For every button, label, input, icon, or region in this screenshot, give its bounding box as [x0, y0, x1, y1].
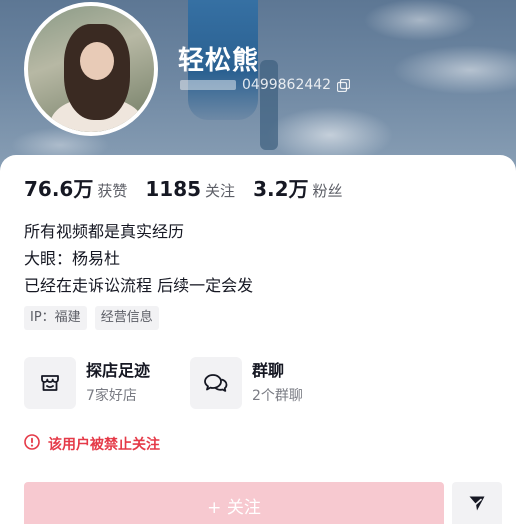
send-message-button[interactable] [452, 482, 502, 524]
bio-line-2: 大眼：杨易杜 [24, 249, 121, 268]
following-count: 1185 [145, 177, 202, 201]
warning-icon [24, 434, 40, 454]
following-label: 关注 [205, 182, 236, 200]
nickname: 轻松熊 [178, 46, 260, 76]
followers-label: 粉丝 [312, 182, 343, 200]
profile-card: 76.6万 获赞 1185 关注 3.2万 粉丝 所有视频都是真实经历 大眼：杨… [0, 155, 516, 524]
stats-row: 76.6万 获赞 1185 关注 3.2万 粉丝 [24, 173, 343, 202]
account-id-prefix-blurred [180, 80, 236, 90]
followers-count: 3.2万 [253, 177, 309, 201]
bio: 所有视频都是真实经历 大眼：杨易杜 已经在走诉讼流程 后续一定会发 [24, 218, 253, 299]
send-icon [467, 493, 487, 517]
stat-followers[interactable]: 3.2万 粉丝 [253, 173, 342, 202]
tags-row: IP：福建 经营信息 [24, 306, 159, 330]
store-visits-entry[interactable]: 探店足迹 7家好店 [24, 357, 150, 409]
likes-count: 76.6万 [24, 177, 94, 201]
store-icon [24, 357, 76, 409]
account-id: 0499862442 [242, 77, 332, 93]
stat-following[interactable]: 1185 关注 [145, 177, 235, 201]
business-info-tag[interactable]: 经营信息 [94, 306, 159, 330]
copy-icon[interactable] [337, 78, 351, 92]
ip-location-tag: IP：福建 [24, 306, 87, 330]
profile-page: 轻松熊 0499862442 76.6万 获赞 1185 关注 3.2万 粉丝 … [0, 0, 516, 524]
group-chat-icon [190, 357, 243, 409]
avatar[interactable] [24, 2, 158, 136]
store-visits-title: 探店足迹 [86, 360, 151, 380]
account-id-row: 0499862442 [180, 76, 351, 94]
store-visits-subtitle: 7家好店 [86, 387, 137, 404]
likes-label: 获赞 [97, 182, 128, 200]
group-chat-subtitle: 2个群聊 [252, 387, 303, 404]
bio-line-3: 已经在走诉讼流程 后续一定会发 [24, 276, 254, 295]
services-row: 探店足迹 7家好店 群聊 2个群聊 [24, 357, 303, 409]
cover-image: 轻松熊 0499862442 [0, 0, 516, 175]
follow-banned-notice: 该用户被禁止关注 [24, 434, 160, 454]
bio-line-1: 所有视频都是真实经历 [24, 222, 185, 241]
group-chat-title: 群聊 [252, 360, 285, 380]
stat-likes[interactable]: 76.6万 获赞 [24, 173, 127, 202]
banned-text: 该用户被禁止关注 [48, 437, 160, 453]
follow-button[interactable]: + 关注 [24, 482, 444, 524]
group-chat-entry[interactable]: 群聊 2个群聊 [190, 357, 303, 409]
